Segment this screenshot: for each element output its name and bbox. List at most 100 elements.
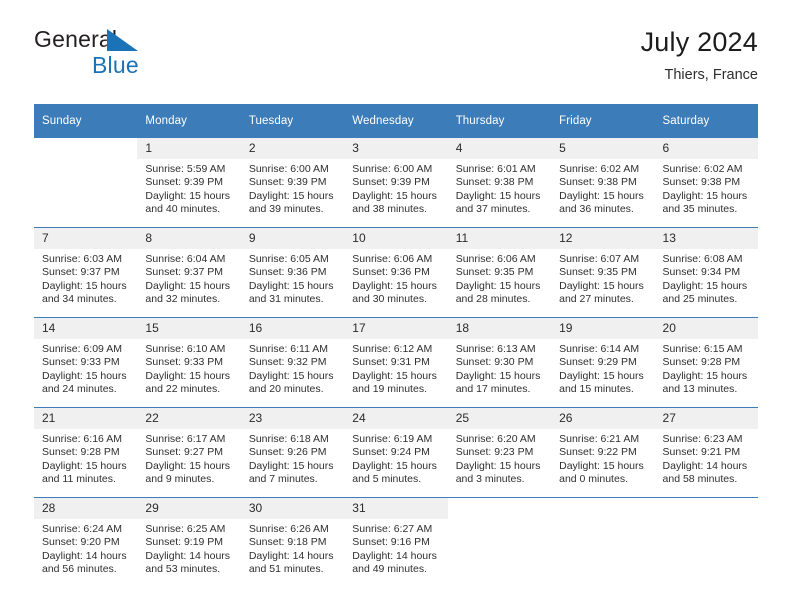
day-cell-inner: 12 Sunrise: 6:07 AM Sunset: 9:35 PM Dayligh… [551, 228, 655, 317]
sunrise-time: Sunrise: 6:20 AM [455, 433, 536, 445]
calendar-day-cell[interactable]: 17 Sunrise: 6:12 AM Sunset: 9:31 PM Dayligh… [344, 318, 448, 408]
sunrise-time: Sunrise: 6:11 AM [248, 343, 329, 355]
day-number: 17 [344, 318, 448, 339]
calendar-day-cell[interactable]: 13 Sunrise: 6:08 AM Sunset: 9:34 PM Dayligh… [654, 228, 758, 318]
day-sun-info: Sunrise: 6:20 AM Sunset: 9:23 PM Daylight:… [448, 429, 551, 487]
calendar-day-cell[interactable]: 24 Sunrise: 6:19 AM Sunset: 9:24 PM Dayligh… [344, 408, 448, 498]
sunrise-sunset-calendar: Sunday Monday Tuesday Wednesday Thursday… [34, 104, 758, 587]
weekday-header-row: Sunday Monday Tuesday Wednesday Thursday… [34, 104, 758, 138]
daylight-duration-line1: Daylight: 15 hours [248, 369, 334, 382]
daylight-duration-line1: Daylight: 15 hours [145, 279, 231, 292]
weekday-header-friday: Friday [551, 104, 655, 138]
calendar-day-cell[interactable]: 23 Sunrise: 6:18 AM Sunset: 9:26 PM Dayligh… [240, 408, 345, 498]
sunrise-time: Sunrise: 6:04 AM [145, 253, 226, 265]
daylight-duration-line1: Daylight: 15 hours [455, 459, 541, 472]
daylight-duration-line2: and 35 minutes. [662, 203, 738, 216]
day-sun-info: Sunrise: 6:01 AM Sunset: 9:38 PM Daylight:… [448, 159, 551, 217]
sunrise-time: Sunrise: 6:25 AM [145, 523, 226, 535]
sunrise-time: Sunrise: 6:06 AM [455, 253, 536, 265]
sunset-time: Sunset: 9:27 PM [145, 446, 224, 459]
sunset-time: Sunset: 9:22 PM [559, 446, 637, 459]
daylight-duration-line1: Daylight: 15 hours [248, 459, 334, 472]
calendar-day-cell[interactable]: 10 Sunrise: 6:06 AM Sunset: 9:36 PM Dayligh… [344, 228, 448, 318]
calendar-day-cell[interactable]: 19 Sunrise: 6:14 AM Sunset: 9:29 PM Dayligh… [551, 318, 655, 408]
daylight-duration-line1: Daylight: 15 hours [559, 279, 644, 292]
calendar-day-cell[interactable]: 7 Sunrise: 6:03 AM Sunset: 9:37 PM Daylight… [34, 228, 138, 318]
day-cell-inner: 26 Sunrise: 6:21 AM Sunset: 9:22 PM Dayligh… [551, 408, 655, 497]
calendar-day-cell[interactable]: 30 Sunrise: 6:26 AM Sunset: 9:18 PM Dayligh… [240, 498, 345, 588]
sunset-time: Sunset: 9:33 PM [145, 356, 224, 369]
day-number: 28 [34, 498, 138, 519]
day-number: 22 [137, 408, 241, 429]
day-number: 14 [34, 318, 138, 339]
calendar-day-cell[interactable]: 27 Sunrise: 6:23 AM Sunset: 9:21 PM Dayligh… [654, 408, 758, 498]
day-sun-info: Sunrise: 6:26 AM Sunset: 9:18 PM Daylight:… [241, 519, 344, 577]
calendar-week-row: 28 Sunrise: 6:24 AM Sunset: 9:20 PM Dayligh… [34, 497, 758, 588]
daylight-duration-line2: and 0 minutes. [559, 473, 628, 486]
day-number: 25 [447, 408, 552, 429]
sunset-time: Sunset: 9:39 PM [248, 176, 327, 189]
day-number: 24 [344, 408, 448, 429]
daylight-duration-line2: and 56 minutes. [42, 563, 117, 576]
sunset-time: Sunset: 9:16 PM [352, 536, 430, 549]
sunrise-time: Sunrise: 5:59 AM [145, 163, 226, 175]
day-cell-inner: 5 Sunrise: 6:02 AM Sunset: 9:38 PM Daylight… [551, 138, 655, 227]
daylight-duration-line2: and 24 minutes. [42, 383, 117, 396]
calendar-day-cell[interactable]: 2 Sunrise: 6:00 AM Sunset: 9:39 PM Daylight… [240, 138, 345, 228]
calendar-day-cell[interactable]: 11 Sunrise: 6:06 AM Sunset: 9:35 PM Dayligh… [447, 228, 552, 318]
daylight-duration-line1: Daylight: 15 hours [352, 369, 437, 382]
calendar-day-cell[interactable]: 22 Sunrise: 6:17 AM Sunset: 9:27 PM Dayligh… [137, 408, 241, 498]
day-sun-info: Sunrise: 6:10 AM Sunset: 9:33 PM Daylight:… [137, 339, 240, 397]
calendar-day-cell[interactable]: 20 Sunrise: 6:15 AM Sunset: 9:28 PM Dayligh… [654, 318, 758, 408]
sunrise-time: Sunrise: 6:23 AM [662, 433, 743, 445]
calendar-day-cell[interactable]: 18 Sunrise: 6:13 AM Sunset: 9:30 PM Dayligh… [447, 318, 552, 408]
day-cell-inner: 6 Sunrise: 6:02 AM Sunset: 9:38 PM Daylight… [654, 138, 758, 227]
day-number: 16 [240, 318, 345, 339]
day-number: 13 [654, 228, 758, 249]
day-cell-inner [655, 498, 758, 587]
calendar-day-cell[interactable]: 26 Sunrise: 6:21 AM Sunset: 9:22 PM Dayligh… [551, 408, 655, 498]
calendar-day-cell[interactable]: 5 Sunrise: 6:02 AM Sunset: 9:38 PM Daylight… [551, 138, 655, 228]
sunrise-time: Sunrise: 6:16 AM [42, 433, 122, 445]
daylight-duration-line1: Daylight: 15 hours [145, 459, 231, 472]
daylight-duration-line2: and 34 minutes. [42, 293, 117, 306]
calendar-day-cell[interactable]: 31 Sunrise: 6:27 AM Sunset: 9:16 PM Dayligh… [344, 498, 448, 588]
calendar-day-cell[interactable]: 25 Sunrise: 6:20 AM Sunset: 9:23 PM Dayligh… [447, 408, 552, 498]
day-cell-inner: 4 Sunrise: 6:01 AM Sunset: 9:38 PM Daylight… [447, 138, 552, 227]
sunset-time: Sunset: 9:19 PM [145, 536, 224, 549]
day-number [448, 498, 551, 519]
day-sun-info: Sunrise: 6:21 AM Sunset: 9:22 PM Daylight:… [551, 429, 654, 487]
calendar-day-cell[interactable]: 4 Sunrise: 6:01 AM Sunset: 9:38 PM Daylight… [447, 138, 552, 228]
calendar-day-cell[interactable]: 8 Sunrise: 6:04 AM Sunset: 9:37 PM Daylight… [137, 228, 241, 318]
calendar-day-cell[interactable]: 15 Sunrise: 6:10 AM Sunset: 9:33 PM Dayligh… [137, 318, 241, 408]
calendar-day-cell[interactable]: 21 Sunrise: 6:16 AM Sunset: 9:28 PM Dayligh… [34, 408, 138, 498]
calendar-day-cell[interactable]: 29 Sunrise: 6:25 AM Sunset: 9:19 PM Dayligh… [137, 498, 241, 588]
daylight-duration-line1: Daylight: 15 hours [455, 279, 541, 292]
day-cell-inner: 13 Sunrise: 6:08 AM Sunset: 9:34 PM Dayligh… [654, 228, 758, 317]
calendar-day-cell[interactable]: 12 Sunrise: 6:07 AM Sunset: 9:35 PM Dayligh… [551, 228, 655, 318]
daylight-duration-line2: and 37 minutes. [455, 203, 531, 216]
day-number: 11 [447, 228, 552, 249]
daylight-duration-line2: and 3 minutes. [455, 473, 525, 486]
daylight-duration-line2: and 25 minutes. [662, 293, 738, 306]
day-sun-info: Sunrise: 6:00 AM Sunset: 9:39 PM Daylight:… [344, 159, 447, 217]
sunrise-time: Sunrise: 6:02 AM [662, 163, 743, 175]
calendar-day-cell[interactable]: 16 Sunrise: 6:11 AM Sunset: 9:32 PM Dayligh… [240, 318, 345, 408]
calendar-day-cell[interactable]: 1 Sunrise: 5:59 AM Sunset: 9:39 PM Daylight… [137, 138, 241, 228]
daylight-duration-line2: and 51 minutes. [248, 563, 324, 576]
day-number: 7 [34, 228, 138, 249]
day-cell-inner: 30 Sunrise: 6:26 AM Sunset: 9:18 PM Dayligh… [240, 498, 345, 587]
day-sun-info: Sunrise: 6:02 AM Sunset: 9:38 PM Daylight:… [655, 159, 758, 217]
daylight-duration-line2: and 28 minutes. [455, 293, 531, 306]
calendar-day-cell[interactable]: 14 Sunrise: 6:09 AM Sunset: 9:33 PM Dayligh… [34, 318, 138, 408]
calendar-day-cell[interactable]: 9 Sunrise: 6:05 AM Sunset: 9:36 PM Daylight… [240, 228, 345, 318]
title-block: July 2024 Thiers, France [641, 26, 758, 86]
calendar-day-cell[interactable]: 28 Sunrise: 6:24 AM Sunset: 9:20 PM Dayligh… [34, 498, 138, 588]
day-number: 31 [344, 498, 448, 519]
sunrise-time: Sunrise: 6:06 AM [352, 253, 433, 265]
calendar-day-cell[interactable]: 6 Sunrise: 6:02 AM Sunset: 9:38 PM Daylight… [654, 138, 758, 228]
sunrise-time: Sunrise: 6:14 AM [559, 343, 640, 355]
calendar-day-cell[interactable]: 3 Sunrise: 6:00 AM Sunset: 9:39 PM Daylight… [344, 138, 448, 228]
day-cell-inner: 22 Sunrise: 6:17 AM Sunset: 9:27 PM Dayligh… [137, 408, 241, 497]
day-number: 23 [240, 408, 345, 429]
